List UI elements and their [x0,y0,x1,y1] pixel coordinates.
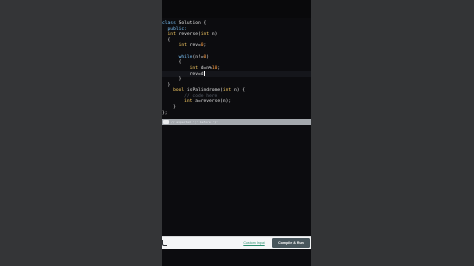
right-letterbox [311,0,474,266]
code-token: int [162,32,179,38]
code-token: } [162,77,182,82]
code-token: Solution { [178,21,207,26]
code-token: while [162,54,193,60]
code-token: } [162,105,176,110]
code-token: } [162,82,171,88]
code-token: d=n% [200,65,212,71]
expand-icon[interactable] [162,240,167,246]
left-letterbox [0,0,162,266]
code-token: }; [162,110,168,116]
code-token: { [162,60,182,66]
code-token: rev= [189,43,201,49]
code-token: int [222,88,234,94]
code-token: int [162,65,201,71]
code-token: public: [162,26,187,32]
code-token: int [162,99,196,105]
diagnostic-text: // expected ';' before '}' [171,120,218,124]
code-token: ; [203,43,207,49]
code-token: class [162,21,179,26]
code-token: n) [211,32,218,38]
text-caret [203,71,204,77]
top-strip [162,0,311,18]
code-token: n) { [233,88,246,94]
phone-screen: class Solution { public: int reverse(int… [162,0,311,266]
code-token: ) [206,54,210,60]
code-line[interactable]: }; [162,111,311,117]
code-token: isPalindrome( [186,88,223,94]
code-token: int [200,32,212,38]
editor-footer: Custom Input Compile & Run [162,236,311,249]
code-token: bool [162,88,187,94]
code-token: (n!= [192,54,204,60]
code-token: reverse( [178,32,201,38]
compile-run-button[interactable]: Compile & Run [272,238,310,248]
code-token: ; [217,65,221,71]
code-editor[interactable]: class Solution { public: int reverse(int… [162,21,311,121]
custom-input-link[interactable]: Custom Input [240,239,268,247]
code-token: int [162,43,190,49]
diagnostic-badge [163,120,169,124]
code-token: a=reverse(n); [195,99,232,105]
